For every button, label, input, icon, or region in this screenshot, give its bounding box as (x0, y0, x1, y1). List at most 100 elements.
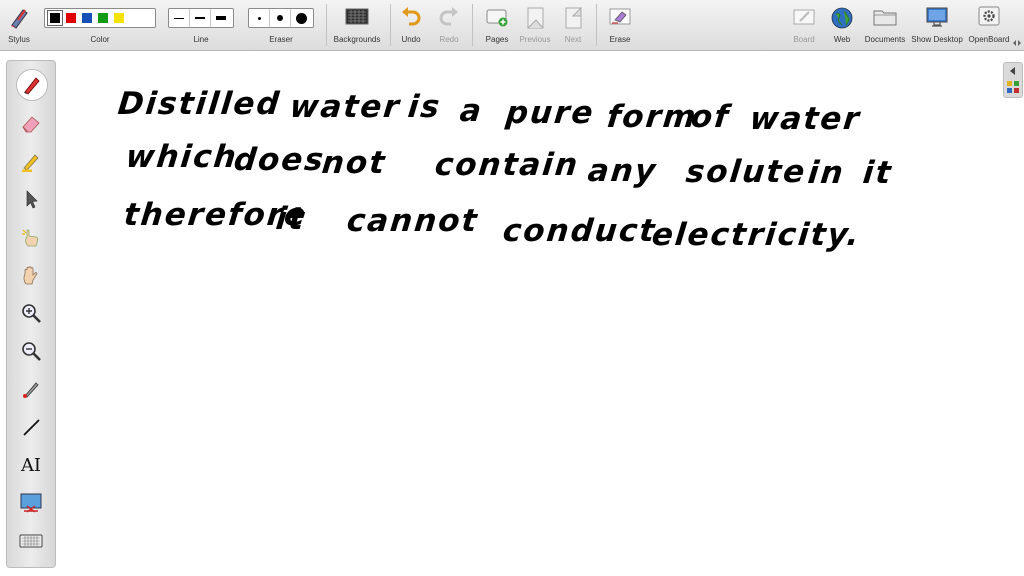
handwritten-word: Distilled (116, 86, 283, 122)
handwritten-word: water (748, 101, 863, 137)
handwritten-word: conduct (501, 213, 659, 249)
openboard-menu-button[interactable]: OpenBoard (966, 4, 1012, 48)
color-swatch-blue[interactable] (82, 13, 92, 23)
eraser-small-button[interactable] (249, 9, 270, 27)
pointer-arrow-icon (26, 190, 38, 209)
handwritten-word: not (320, 145, 389, 181)
zoom-out-icon (22, 342, 41, 361)
color-swatch-green[interactable] (98, 13, 108, 23)
board-label: Board (793, 35, 815, 44)
board-mode-button[interactable]: Board (788, 4, 820, 48)
virtual-keyboard-button[interactable] (13, 525, 49, 557)
erase-button[interactable]: Erase (602, 4, 638, 48)
text-tool-label: AI (20, 454, 42, 476)
toolbar-divider (390, 4, 391, 46)
toolbar-divider (326, 4, 327, 46)
backgrounds-label: Backgrounds (333, 35, 381, 44)
handwritten-word: of (689, 99, 732, 135)
eraser-group: Eraser (248, 4, 314, 48)
zoom-in-tool-button[interactable] (13, 297, 49, 329)
stylus-button[interactable]: Stylus (4, 4, 34, 48)
pointing-hand-icon (22, 229, 39, 247)
line-width-selector (168, 8, 234, 28)
color-swatch-red[interactable] (66, 13, 76, 23)
erase-board-icon (609, 8, 631, 25)
next-label: Next (564, 35, 582, 44)
gear-icon (978, 6, 1000, 26)
undo-label: Undo (401, 35, 421, 44)
monitor-icon (926, 7, 948, 27)
backgrounds-icon (345, 8, 369, 25)
add-page-icon (486, 9, 508, 27)
erase-label: Erase (609, 35, 631, 44)
previous-page-icon (527, 7, 544, 29)
selector-tool-button[interactable] (13, 183, 49, 215)
top-toolbar: Stylus Color Line Eraser Backgrounds Und… (0, 0, 1024, 51)
library-palette-toggle[interactable] (1003, 62, 1023, 98)
eraser-large-button[interactable] (291, 9, 311, 27)
color-swatch-yellow[interactable] (114, 13, 124, 23)
color-label: Color (90, 35, 110, 44)
undo-button[interactable]: Undo (396, 4, 426, 48)
handwritten-word: pure (504, 95, 597, 131)
laser-pointer-tool-button[interactable] (13, 373, 49, 405)
line-thin-button[interactable] (169, 9, 190, 27)
handwritten-word: does (232, 142, 327, 178)
color-group: Color (44, 4, 156, 48)
globe-icon (831, 7, 853, 29)
highlighter-tool-button[interactable] (13, 145, 49, 177)
documents-label: Documents (864, 35, 906, 44)
screen-capture-icon (20, 493, 42, 513)
collapse-arrow-icon[interactable] (1008, 66, 1018, 76)
folder-icon (873, 10, 897, 26)
openboard-label: OpenBoard (968, 35, 1010, 44)
handwritten-word: form (605, 99, 700, 135)
previous-page-button[interactable]: Previous (516, 4, 554, 48)
handwritten-word: cannot (345, 203, 481, 239)
interact-tool-button[interactable] (13, 221, 49, 253)
pages-button[interactable]: Pages (478, 4, 516, 48)
next-page-icon (565, 6, 582, 29)
handwritten-word: solute (684, 154, 809, 190)
whiteboard-canvas[interactable]: Distilled water is a pure form of water … (60, 51, 1000, 576)
line-group: Line (168, 4, 234, 48)
stylus-icon (11, 9, 28, 29)
handwritten-word: it (274, 201, 308, 237)
pen-tool-button[interactable] (16, 69, 48, 101)
redo-button[interactable]: Redo (434, 4, 464, 48)
highlighter-icon (22, 154, 39, 172)
line-icon (23, 419, 40, 436)
capture-tool-button[interactable] (13, 487, 49, 519)
keyboard-icon (19, 534, 43, 548)
zoom-out-tool-button[interactable] (13, 335, 49, 367)
handwritten-word: contain (433, 147, 582, 183)
next-page-button[interactable]: Next (556, 4, 590, 48)
line-thick-button[interactable] (211, 9, 231, 27)
hand-tool-button[interactable] (13, 259, 49, 291)
color-swatch-black[interactable] (47, 10, 63, 26)
show-desktop-label: Show Desktop (911, 35, 963, 44)
backgrounds-button[interactable]: Backgrounds (330, 4, 384, 48)
eraser-tool-button[interactable] (13, 107, 49, 139)
eraser-medium-button[interactable] (270, 9, 291, 27)
handwritten-word: which (124, 139, 240, 175)
previous-label: Previous (519, 35, 551, 44)
text-tool-button[interactable]: AI (13, 449, 49, 481)
handwritten-word: a (458, 93, 485, 129)
eraser-size-selector (248, 8, 314, 28)
pages-label: Pages (485, 35, 509, 44)
tools-sidebar: AI (6, 60, 56, 568)
documents-button[interactable]: Documents (862, 4, 908, 48)
toolbar-divider (596, 4, 597, 46)
hand-icon (23, 266, 38, 285)
zoom-in-icon (22, 304, 41, 323)
show-desktop-button[interactable]: Show Desktop (910, 4, 964, 48)
board-icon (793, 9, 815, 25)
web-button[interactable]: Web (826, 4, 858, 48)
line-tool-button[interactable] (13, 411, 49, 443)
handwritten-word: in (806, 155, 847, 191)
resize-arrows-icon[interactable] (1012, 38, 1022, 48)
line-medium-button[interactable] (190, 9, 211, 27)
pen-icon (24, 77, 40, 95)
handwritten-word: it (861, 155, 895, 191)
